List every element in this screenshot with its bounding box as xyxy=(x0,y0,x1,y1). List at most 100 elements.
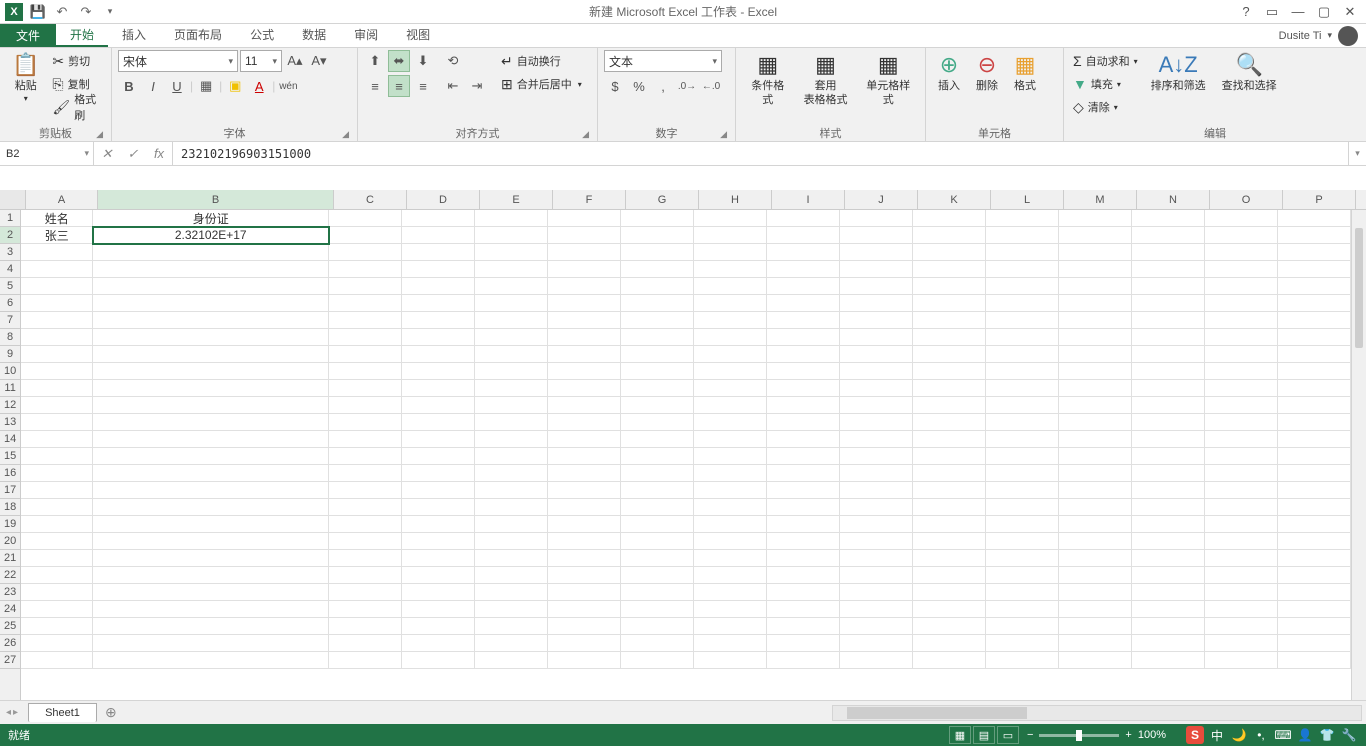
row-header[interactable]: 3 xyxy=(0,244,20,261)
cell[interactable] xyxy=(93,584,329,601)
cell[interactable] xyxy=(1205,499,1278,516)
cell[interactable]: 2.32102E+17 xyxy=(93,227,329,244)
row-header[interactable]: 21 xyxy=(0,550,20,567)
cell[interactable] xyxy=(548,278,621,295)
cell[interactable] xyxy=(913,346,986,363)
cell[interactable] xyxy=(21,516,93,533)
cell[interactable] xyxy=(1205,397,1278,414)
cell[interactable] xyxy=(986,244,1059,261)
cell[interactable] xyxy=(767,567,840,584)
cell[interactable] xyxy=(1278,601,1351,618)
row-header[interactable]: 25 xyxy=(0,618,20,635)
cell[interactable] xyxy=(767,635,840,652)
column-header[interactable]: A xyxy=(26,190,98,209)
cell[interactable] xyxy=(329,533,402,550)
cell[interactable] xyxy=(93,567,329,584)
cell[interactable] xyxy=(913,227,986,244)
cell[interactable] xyxy=(402,584,475,601)
cell[interactable] xyxy=(694,448,767,465)
cell[interactable] xyxy=(913,329,986,346)
cell[interactable] xyxy=(329,414,402,431)
cell[interactable] xyxy=(767,363,840,380)
cell[interactable] xyxy=(93,516,329,533)
cell[interactable] xyxy=(475,601,548,618)
cell[interactable] xyxy=(694,601,767,618)
cell[interactable] xyxy=(1132,295,1205,312)
cell[interactable] xyxy=(621,567,694,584)
cell[interactable] xyxy=(1059,601,1132,618)
cell[interactable] xyxy=(93,261,329,278)
cell[interactable] xyxy=(694,431,767,448)
cell[interactable] xyxy=(329,227,402,244)
cell[interactable] xyxy=(1278,244,1351,261)
cell[interactable] xyxy=(1132,550,1205,567)
column-header[interactable]: P xyxy=(1283,190,1356,209)
cell[interactable] xyxy=(767,516,840,533)
cell[interactable] xyxy=(840,601,913,618)
conditional-format-button[interactable]: ▦条件格式 xyxy=(742,50,794,109)
cell[interactable] xyxy=(548,652,621,669)
cell[interactable] xyxy=(1205,210,1278,227)
tray-icon-6[interactable]: 👕 xyxy=(1318,726,1336,744)
cell[interactable] xyxy=(1205,550,1278,567)
cell[interactable] xyxy=(21,278,93,295)
cell[interactable] xyxy=(767,278,840,295)
cell[interactable] xyxy=(694,261,767,278)
increase-indent-icon[interactable]: ⇥ xyxy=(466,75,488,97)
cell[interactable] xyxy=(767,346,840,363)
cell[interactable] xyxy=(1278,380,1351,397)
cell[interactable] xyxy=(840,550,913,567)
column-header[interactable]: M xyxy=(1064,190,1137,209)
cell[interactable] xyxy=(621,312,694,329)
cell[interactable] xyxy=(402,448,475,465)
cell[interactable] xyxy=(402,312,475,329)
cell[interactable] xyxy=(1132,346,1205,363)
row-header[interactable]: 6 xyxy=(0,295,20,312)
cell[interactable] xyxy=(1278,499,1351,516)
number-format-combo[interactable]: 文本▾ xyxy=(604,50,722,72)
cell[interactable] xyxy=(986,550,1059,567)
cell[interactable] xyxy=(1205,533,1278,550)
cell[interactable] xyxy=(21,414,93,431)
tab-file[interactable]: 文件 xyxy=(0,24,56,47)
ribbon-options-icon[interactable]: ▭ xyxy=(1260,2,1284,22)
cell[interactable] xyxy=(621,601,694,618)
cell[interactable] xyxy=(475,635,548,652)
format-painter-button[interactable]: 🖌格式刷 xyxy=(49,96,105,118)
row-header[interactable]: 7 xyxy=(0,312,20,329)
italic-icon[interactable]: I xyxy=(142,75,164,97)
cell[interactable] xyxy=(548,329,621,346)
cell[interactable] xyxy=(986,635,1059,652)
cell[interactable] xyxy=(548,516,621,533)
cell[interactable] xyxy=(475,584,548,601)
cell[interactable] xyxy=(402,618,475,635)
cell[interactable] xyxy=(767,227,840,244)
cell[interactable] xyxy=(913,550,986,567)
tab-layout[interactable]: 页面布局 xyxy=(160,24,236,47)
cell[interactable] xyxy=(93,533,329,550)
cell[interactable] xyxy=(986,397,1059,414)
cell[interactable] xyxy=(1132,363,1205,380)
cell[interactable] xyxy=(840,499,913,516)
cell[interactable] xyxy=(1059,261,1132,278)
cell[interactable] xyxy=(21,550,93,567)
cell[interactable] xyxy=(1132,329,1205,346)
cell[interactable] xyxy=(1205,618,1278,635)
cell[interactable] xyxy=(621,295,694,312)
cell[interactable] xyxy=(93,618,329,635)
cell[interactable] xyxy=(475,244,548,261)
row-header[interactable]: 14 xyxy=(0,431,20,448)
cell[interactable] xyxy=(767,618,840,635)
cell[interactable] xyxy=(93,482,329,499)
cell[interactable] xyxy=(1205,414,1278,431)
phonetic-icon[interactable]: wén xyxy=(277,75,299,97)
cell[interactable] xyxy=(329,516,402,533)
cell[interactable] xyxy=(548,601,621,618)
cell[interactable] xyxy=(694,482,767,499)
cell[interactable] xyxy=(402,652,475,669)
cell[interactable] xyxy=(767,210,840,227)
cell[interactable] xyxy=(986,210,1059,227)
clipboard-launcher-icon[interactable]: ◢ xyxy=(96,129,103,140)
cell[interactable] xyxy=(329,329,402,346)
cell[interactable] xyxy=(475,550,548,567)
